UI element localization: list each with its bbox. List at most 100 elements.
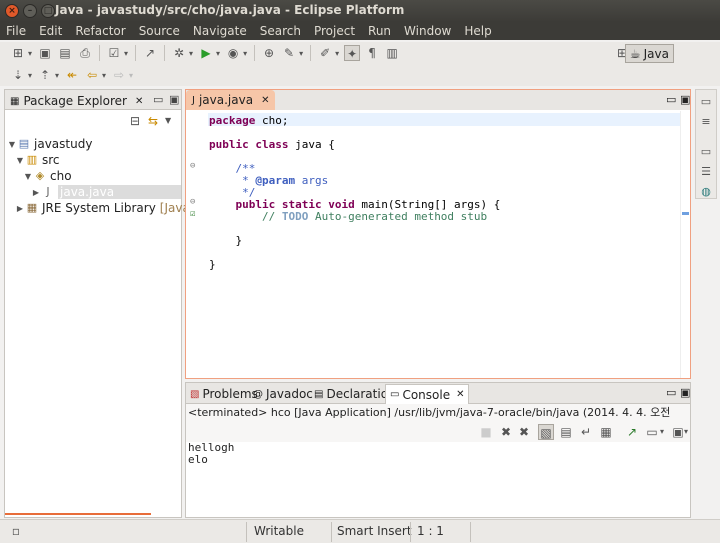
editor-tab-java-java[interactable]: J java.java ✕	[186, 90, 276, 110]
fast-view-icon[interactable]: ▫	[8, 523, 24, 539]
toggle-mark-occurrences-icon[interactable]: ✐	[317, 45, 333, 61]
connect-mylyn-icon[interactable]: ◍	[698, 184, 714, 200]
scroll-lock-icon[interactable]: ▤	[558, 424, 574, 440]
build-icon[interactable]: ☑	[106, 45, 122, 61]
task-marker-icon[interactable]: ☑	[190, 209, 195, 219]
expanded-twisty-icon[interactable]: ▼	[23, 172, 33, 181]
close-icon[interactable]: ✕	[261, 95, 269, 106]
open-console-dropdown-icon[interactable]: ▾	[684, 427, 688, 436]
console-output[interactable]: hellogh elo	[186, 442, 690, 466]
forward-icon[interactable]: ⇨	[111, 67, 127, 83]
restore-icon[interactable]: ▭	[698, 144, 714, 160]
code-area[interactable]: ⊖ ⊖ ☑ package cho; public class java { /…	[186, 111, 690, 378]
new-icon[interactable]: ⊞	[10, 45, 26, 61]
debug-icon[interactable]: ✲	[171, 45, 187, 61]
highlight-icon[interactable]: ✦	[344, 45, 361, 61]
save-icon[interactable]: ▣	[37, 45, 53, 61]
collapsed-twisty-icon[interactable]: ▶	[31, 188, 41, 197]
problems-icon: ▧	[190, 388, 200, 400]
close-icon[interactable]: ✕	[135, 96, 143, 107]
menu-source[interactable]: Source	[133, 22, 187, 40]
status-separator	[331, 522, 332, 542]
display-selected-console-icon[interactable]: ▭	[644, 424, 660, 440]
close-window-button[interactable]: ×	[5, 4, 19, 18]
pin-console-icon[interactable]: ↗	[624, 424, 640, 440]
task-list-icon[interactable]: ☰	[698, 164, 714, 180]
expanded-twisty-icon[interactable]: ▼	[7, 140, 17, 149]
link-with-editor-icon[interactable]: ⇆	[145, 113, 161, 129]
block-selection-icon[interactable]: ▥	[384, 45, 400, 61]
show-whitespace-icon[interactable]: ¶	[364, 45, 380, 61]
new-class-dropdown-icon[interactable]: ▾	[299, 49, 303, 58]
new-package-icon[interactable]: ⊕	[261, 45, 277, 61]
outline-icon[interactable]: ≡	[698, 114, 714, 130]
maximize-editor-icon[interactable]: ▣	[680, 93, 690, 106]
collapse-all-icon[interactable]: ⊟	[127, 113, 143, 129]
terminate-icon[interactable]: ■	[478, 424, 494, 440]
open-type-icon[interactable]: ↗	[142, 45, 158, 61]
menu-refactor[interactable]: Refactor	[69, 22, 132, 40]
view-menu-icon[interactable]: ▼	[165, 116, 171, 125]
restore-icon[interactable]: ▭	[698, 94, 714, 110]
task-overview-marker[interactable]	[682, 212, 689, 215]
collapsed-twisty-icon[interactable]: ▶	[15, 204, 25, 213]
menu-edit[interactable]: Edit	[33, 22, 69, 40]
overview-ruler	[680, 111, 690, 378]
previous-annotation-icon[interactable]: ⇡	[37, 67, 53, 83]
clear-console-icon[interactable]: ▧	[538, 424, 554, 440]
tab-console[interactable]: ▭ Console ✕	[385, 384, 470, 404]
new-class-icon[interactable]: ✎	[281, 45, 297, 61]
status-writable: Writable	[254, 524, 304, 538]
tree-item-javastudy[interactable]: ▼ ▤ javastudy	[7, 136, 93, 152]
java-perspective-button[interactable]: ☕ Java	[624, 44, 674, 63]
word-wrap-icon[interactable]: ↵	[578, 424, 594, 440]
display-console-dropdown-icon[interactable]: ▾	[660, 427, 664, 436]
print-icon[interactable]: ⎙	[77, 45, 93, 61]
tab-label: Javadoc	[266, 387, 313, 401]
minimize-editor-icon[interactable]: ▭	[666, 93, 676, 106]
next-annotation-icon[interactable]: ⇣	[10, 67, 26, 83]
maximize-view-icon[interactable]: ▣	[680, 386, 690, 399]
run-dropdown-icon[interactable]: ▾	[216, 49, 220, 58]
tree-item-cho[interactable]: ▼ ◈ cho	[23, 168, 72, 184]
back-dropdown-icon[interactable]: ▾	[102, 71, 106, 80]
fold-icon[interactable]: ⊖	[190, 161, 195, 171]
maximize-view-icon[interactable]: ▣	[169, 93, 179, 106]
package-explorer-tab[interactable]: ▦ Package Explorer ✕	[7, 92, 146, 110]
menu-navigate[interactable]: Navigate	[187, 22, 254, 40]
run-icon[interactable]: ▶	[198, 45, 214, 61]
last-edit-location-icon[interactable]: ↞	[64, 67, 80, 83]
back-icon[interactable]: ⇦	[84, 67, 100, 83]
tree-item-src[interactable]: ▼ ▥ src	[15, 152, 60, 168]
debug-dropdown-icon[interactable]: ▾	[189, 49, 193, 58]
previous-annotation-dropdown-icon[interactable]: ▾	[55, 71, 59, 80]
menu-run[interactable]: Run	[362, 22, 398, 40]
package-icon: ◈	[35, 169, 45, 182]
mark-dropdown-icon[interactable]: ▾	[335, 49, 339, 58]
close-icon[interactable]: ✕	[456, 389, 464, 400]
remove-all-terminated-icon[interactable]: ✖	[516, 424, 532, 440]
expanded-twisty-icon[interactable]: ▼	[15, 156, 25, 165]
menu-search[interactable]: Search	[254, 22, 308, 40]
forward-dropdown-icon[interactable]: ▾	[129, 71, 133, 80]
external-tools-icon[interactable]: ◉	[225, 45, 241, 61]
keyword: public class	[209, 138, 289, 151]
minimize-window-button[interactable]: –	[23, 4, 37, 18]
save-all-icon[interactable]: ▤	[57, 45, 73, 61]
tab-javadoc[interactable]: @ Javadoc	[249, 384, 317, 404]
remove-launch-icon[interactable]: ✖	[498, 424, 514, 440]
fold-icon[interactable]: ⊖	[190, 197, 195, 207]
menu-help[interactable]: Help	[458, 22, 498, 40]
next-annotation-dropdown-icon[interactable]: ▾	[28, 71, 32, 80]
tree-item-java-java[interactable]: ▶ J java.java	[31, 184, 181, 200]
external-tools-dropdown-icon[interactable]: ▾	[243, 49, 247, 58]
minimize-view-icon[interactable]: ▭	[153, 93, 163, 106]
show-console-icon[interactable]: ▦	[598, 424, 614, 440]
menu-file[interactable]: File	[0, 22, 33, 40]
menu-project[interactable]: Project	[308, 22, 362, 40]
menu-window[interactable]: Window	[398, 22, 458, 40]
new-dropdown-icon[interactable]: ▾	[28, 49, 32, 58]
minimize-view-icon[interactable]: ▭	[666, 386, 676, 399]
maximize-window-button[interactable]: □	[41, 4, 55, 18]
build-dropdown-icon[interactable]: ▾	[124, 49, 128, 58]
